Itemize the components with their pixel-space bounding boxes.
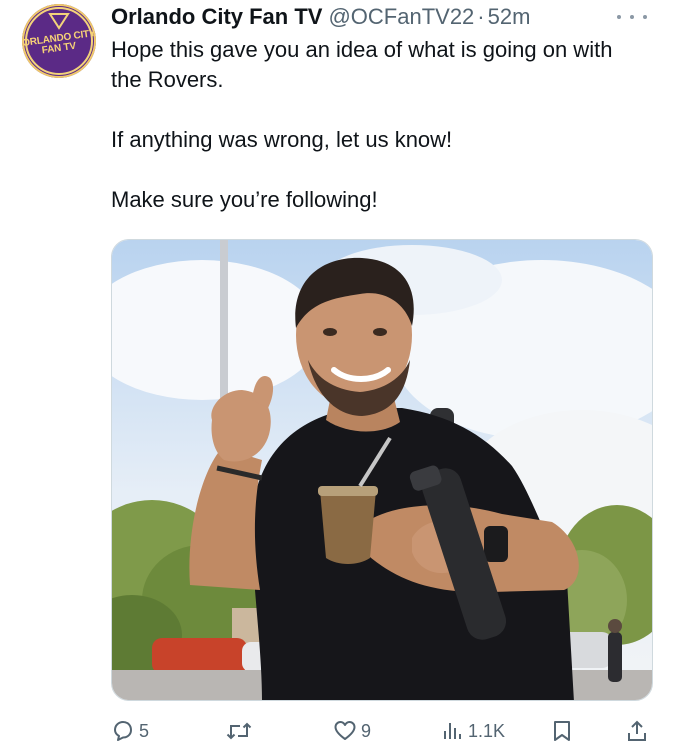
bookmark-button[interactable] <box>551 718 573 744</box>
display-name[interactable]: Orlando City Fan TV <box>111 4 322 30</box>
separator-dot: · <box>477 4 485 29</box>
like-count: 9 <box>361 720 372 741</box>
tweet-actions: 5 9 1.1K <box>111 714 656 748</box>
more-dot <box>617 15 621 19</box>
views-icon <box>444 723 461 739</box>
crest-icon <box>48 13 70 30</box>
reply-button[interactable]: 5 <box>111 718 149 744</box>
more-dot <box>630 15 634 19</box>
tweet-header: Orlando City Fan TV @OCFanTV22 · 52m <box>111 2 655 32</box>
tweet-photo[interactable] <box>111 239 653 701</box>
avatar[interactable]: ORLANDO CITY FAN TV <box>22 4 96 78</box>
bookmark-icon <box>554 721 570 741</box>
share-icon <box>628 720 646 741</box>
like-button[interactable]: 9 <box>333 718 371 744</box>
views-count: 1.1K <box>468 720 506 741</box>
views-button[interactable]: 1.1K <box>442 718 505 744</box>
share-button[interactable] <box>625 718 649 744</box>
tweet-text: Hope this gave you an idea of what is go… <box>111 37 613 212</box>
retweet-icon <box>226 722 252 740</box>
photo-illustration <box>112 240 652 700</box>
timestamp[interactable]: 52m <box>488 4 531 30</box>
user-handle[interactable]: @OCFanTV22 <box>328 4 474 30</box>
heart-icon <box>334 721 356 740</box>
retweet-button[interactable] <box>226 718 256 744</box>
more-dot <box>643 15 647 19</box>
more-options-icon[interactable] <box>617 10 647 24</box>
reply-count: 5 <box>139 720 150 741</box>
reply-icon <box>114 721 132 741</box>
